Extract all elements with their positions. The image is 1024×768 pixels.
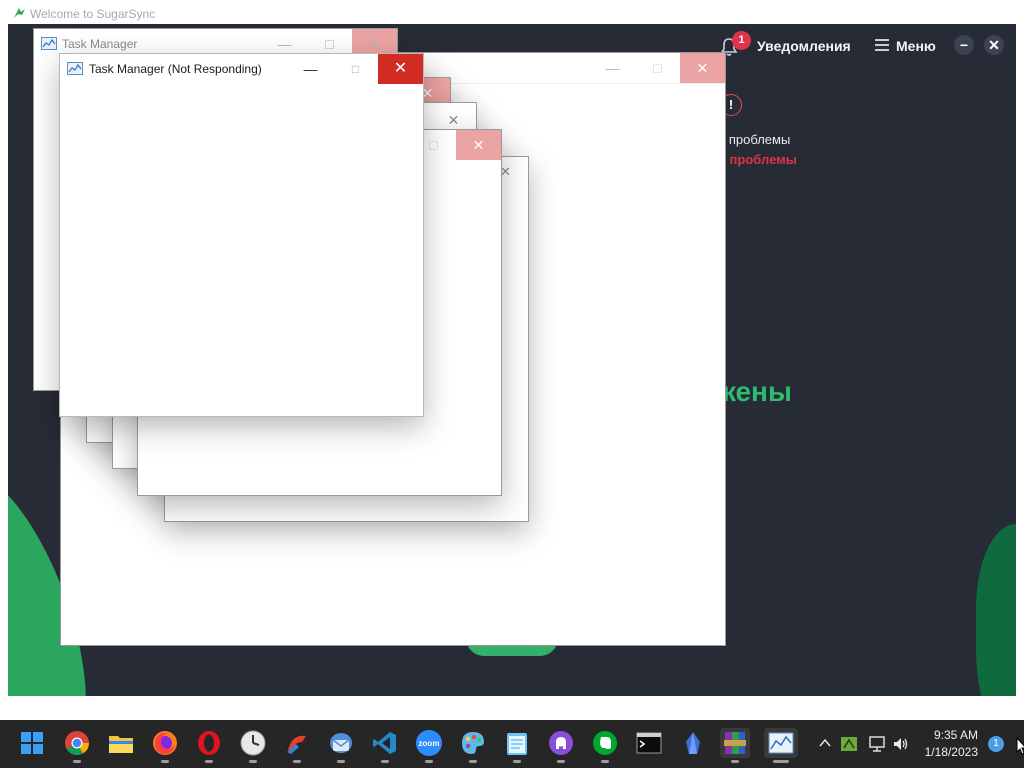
notification-center-badge[interactable]: 1 xyxy=(988,736,1004,752)
window-title: Task Manager (Not Responding) xyxy=(89,62,262,76)
problem-link[interactable]: о проблемы xyxy=(718,152,797,167)
window-title: Task Manager xyxy=(62,37,138,51)
crystal-app-icon[interactable] xyxy=(678,728,708,758)
notepad-icon[interactable] xyxy=(502,728,532,763)
github-desktop-icon[interactable] xyxy=(546,728,576,763)
notification-badge: 1 xyxy=(732,31,751,50)
volume-icon[interactable] xyxy=(890,720,912,768)
evernote-icon[interactable] xyxy=(590,728,620,763)
firefox-icon[interactable] xyxy=(150,728,180,763)
opera-icon[interactable] xyxy=(194,728,224,763)
minimize-button[interactable]: — xyxy=(590,53,635,83)
tray-app-icon[interactable] xyxy=(839,720,859,768)
window-caption[interactable]: Task Manager (Not Responding) — □ ✕ xyxy=(60,54,423,84)
task-manager-icon xyxy=(41,37,57,50)
file-explorer-icon[interactable] xyxy=(106,728,136,758)
maximize-button[interactable]: □ xyxy=(333,54,378,84)
task-manager-icon[interactable] xyxy=(764,728,798,763)
chevron-up-icon xyxy=(819,738,831,747)
maximize-button[interactable]: □ xyxy=(635,53,680,83)
hamburger-icon[interactable] xyxy=(875,39,889,51)
close-button[interactable]: ✕ xyxy=(378,54,423,84)
sugarsync-titlebar: Welcome to SugarSync xyxy=(0,0,1024,24)
menu-button[interactable]: Меню xyxy=(896,38,936,54)
chrome-icon[interactable] xyxy=(62,728,92,763)
network-icon[interactable] xyxy=(866,720,888,768)
close-button[interactable]: ✕ xyxy=(456,130,501,160)
clock-time[interactable]: 9:35 AM xyxy=(926,728,978,742)
minimize-button[interactable]: − xyxy=(954,35,974,55)
ccleaner-icon[interactable] xyxy=(282,728,312,763)
terminal-icon[interactable] xyxy=(634,728,664,758)
vscode-icon[interactable] xyxy=(370,728,400,763)
taskbar: zoom 9:35 AM 1/18/2023 xyxy=(0,720,1024,768)
minimize-button[interactable]: — xyxy=(288,54,333,84)
task-manager-icon xyxy=(67,62,83,75)
clock-date[interactable]: 1/18/2023 xyxy=(914,745,978,759)
show-hidden-icons-button[interactable] xyxy=(816,720,836,768)
status-heading: жены xyxy=(716,376,792,407)
zoom-icon[interactable]: zoom xyxy=(414,728,444,763)
close-button[interactable]: ✕ xyxy=(680,53,725,83)
mouse-cursor-icon xyxy=(1016,737,1024,755)
task-manager-window[interactable]: Task Manager (Not Responding) — □ ✕ xyxy=(59,53,424,417)
zoom-label: zoom xyxy=(416,730,442,756)
decor-shape xyxy=(976,524,1016,696)
sugarsync-logo-icon xyxy=(14,8,25,18)
winrar-icon[interactable] xyxy=(720,728,750,763)
window-title: Welcome to SugarSync xyxy=(30,7,156,21)
problem-text: е проблемы xyxy=(718,132,791,147)
notifications-link[interactable]: Уведомления xyxy=(757,38,851,54)
windows-start-icon[interactable] xyxy=(17,728,47,758)
close-button[interactable]: ✕ xyxy=(984,35,1004,55)
clock-app-icon[interactable] xyxy=(238,728,268,763)
paint-app-icon[interactable] xyxy=(458,728,488,763)
mail-app-icon[interactable] xyxy=(326,728,356,763)
